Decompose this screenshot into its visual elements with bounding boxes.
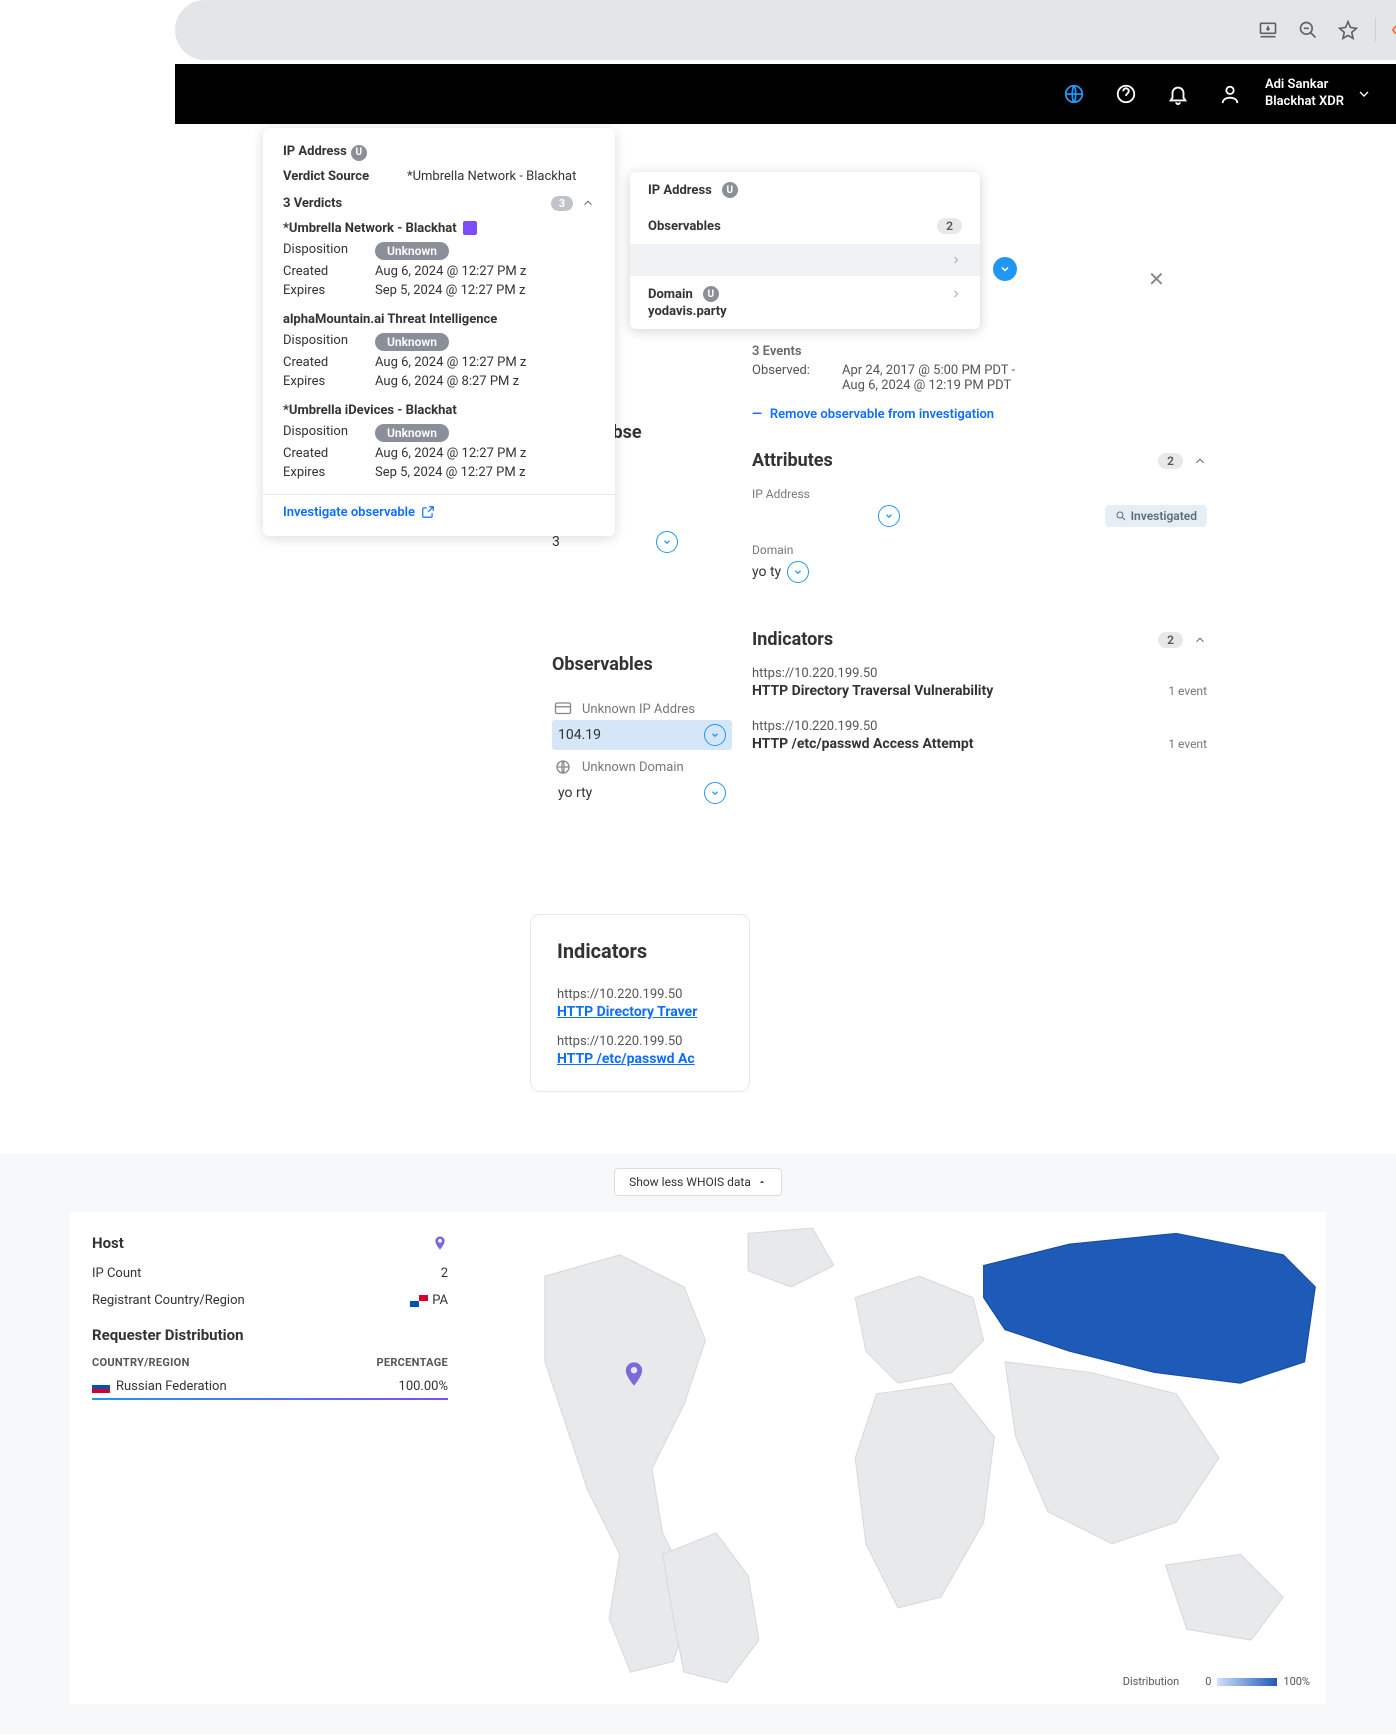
- investigate-observable-link[interactable]: Investigate observable: [283, 505, 595, 520]
- collapse-attributes-button[interactable]: [1193, 454, 1207, 468]
- observable-domain-row[interactable]: yo rty: [552, 778, 732, 808]
- expand-obs-domain[interactable]: [704, 782, 726, 804]
- dropdown-item-domain[interactable]: DomainU: [630, 276, 980, 302]
- observable-ip-row[interactable]: 104.19: [552, 720, 732, 750]
- unknown-badge-icon: U: [722, 182, 738, 198]
- star-icon[interactable]: [1337, 19, 1359, 41]
- source-tag-icon: [463, 221, 477, 235]
- dropdown-item-ip[interactable]: IP AddressU: [630, 172, 980, 208]
- dropdown-selected-row[interactable]: [630, 244, 980, 276]
- whois-host-panel: Host IP Count 2 Registrant Country/Regio…: [70, 1212, 470, 1704]
- location-pin-icon: [432, 1235, 448, 1251]
- ip-label: IP Address: [283, 144, 347, 159]
- eye-extension-icon[interactable]: [1392, 19, 1396, 41]
- collapse-indicators-button[interactable]: [1193, 633, 1207, 647]
- status-check-icon: [993, 257, 1017, 281]
- ip-count-value: 2: [441, 1266, 448, 1281]
- bell-icon[interactable]: [1167, 83, 1189, 105]
- indicator-row[interactable]: https://10.220.199.50 HTTP /etc/passwd A…: [752, 719, 1207, 752]
- verdict-block-2: alphaMountain.ai Threat Intelligence Dis…: [283, 312, 595, 389]
- user-name: Adi Sankar: [1265, 77, 1344, 94]
- user-tenant: Blackhat XDR: [1265, 94, 1344, 111]
- expand-attr-domain[interactable]: [787, 561, 809, 583]
- investigated-badge: Investigated: [1105, 505, 1207, 527]
- indicator-link-2[interactable]: HTTP /etc/passwd Ac: [557, 1051, 723, 1067]
- asset-id: 3: [552, 534, 560, 550]
- browser-toolbar: [175, 0, 1396, 60]
- expand-asset-button[interactable]: [656, 531, 678, 553]
- th-country: COUNTRY/REGION: [92, 1356, 190, 1369]
- distribution-row: Russian Federation 100.00%: [92, 1379, 448, 1400]
- observable-type-ip: Unknown IP Addres: [582, 702, 695, 717]
- unknown-badge-icon: U: [351, 145, 367, 161]
- registrant-label: Registrant Country/Region: [92, 1293, 245, 1308]
- verdict-source-label: Verdict Source: [283, 169, 387, 184]
- registrant-value: PA: [432, 1293, 448, 1308]
- expand-attr-ip[interactable]: [878, 505, 900, 527]
- requester-dist-title: Requester Distribution: [92, 1326, 448, 1344]
- indicators-panel-title: Indicators: [752, 629, 833, 650]
- help-icon[interactable]: [1115, 83, 1137, 105]
- verdict-block-3: *Umbrella iDevices - Blackhat Dispositio…: [283, 403, 595, 480]
- host-location-pin-icon: [620, 1360, 648, 1388]
- zoom-icon[interactable]: [1297, 19, 1319, 41]
- flag-pa-icon: [410, 1295, 428, 1307]
- indicators-card: Indicators https://10.220.199.50 HTTP Di…: [530, 914, 750, 1092]
- indicator-url-2: https://10.220.199.50: [557, 1034, 723, 1049]
- ip-verdict-card: IP Address U Verdict Source *Umbrella Net…: [263, 128, 615, 536]
- ip-count-label: IP Count: [92, 1266, 141, 1281]
- verdict-block-1: *Umbrella Network - Blackhat Disposition…: [283, 221, 595, 298]
- events-count: 3 Events: [752, 344, 1207, 359]
- attributes-title: Attributes: [752, 450, 833, 471]
- verdicts-title: 3 Verdicts: [283, 196, 342, 211]
- app-header: Adi Sankar Blackhat XDR: [175, 64, 1396, 124]
- observable-ip-value: 104.19: [558, 727, 601, 743]
- remove-observable-link[interactable]: — Remove observable from investigation: [752, 407, 1207, 422]
- unknown-badge-icon: U: [703, 286, 719, 302]
- user-icon[interactable]: [1219, 83, 1241, 105]
- attr-domain-label: Domain: [752, 543, 1207, 557]
- world-map[interactable]: Distribution 0 100%: [470, 1212, 1326, 1704]
- expand-obs-ip[interactable]: [704, 724, 726, 746]
- indicators-title: Indicators: [557, 939, 723, 963]
- indicator-link-1[interactable]: HTTP Directory Traver: [557, 1004, 723, 1020]
- verdicts-count: 3: [551, 196, 573, 211]
- observed-label: Observed:: [752, 363, 832, 393]
- verdict-source-value: *Umbrella Network - Blackhat: [407, 169, 576, 184]
- host-title: Host: [92, 1234, 124, 1252]
- attr-domain-value: yo ty: [752, 564, 781, 580]
- dropdown-item-observables[interactable]: Observables 2: [630, 208, 980, 244]
- observable-domain-value: yo rty: [558, 785, 592, 801]
- observables-heading: Observables: [552, 654, 653, 675]
- observable-type-domain: Unknown Domain: [582, 760, 684, 775]
- details-panel: 3 Events Observed: Apr 24, 2017 @ 5:00 P…: [752, 344, 1207, 772]
- dropdown-domain-value: yodavis.party: [630, 302, 980, 329]
- th-percent: PERCENTAGE: [376, 1356, 448, 1369]
- collapse-verdicts-button[interactable]: [581, 196, 595, 210]
- toggle-whois-button[interactable]: Show less WHOIS data: [614, 1168, 782, 1196]
- indicator-row[interactable]: https://10.220.199.50 HTTP Directory Tra…: [752, 666, 1207, 699]
- map-legend: Distribution 0 100%: [1123, 1675, 1310, 1688]
- attr-ip-label: IP Address: [752, 487, 1207, 501]
- indicator-url-1: https://10.220.199.50: [557, 987, 723, 1002]
- close-button[interactable]: ✕: [1148, 267, 1165, 291]
- install-icon[interactable]: [1257, 19, 1279, 41]
- whois-section: Show less WHOIS data Host IP Count 2 Reg…: [0, 1154, 1396, 1734]
- globe-icon[interactable]: [1063, 83, 1085, 105]
- flag-ru-icon: [92, 1381, 110, 1393]
- user-menu[interactable]: Adi Sankar Blackhat XDR: [1265, 77, 1372, 111]
- observables-dropdown: IP AddressU Observables 2 DomainU yodavi…: [630, 172, 980, 329]
